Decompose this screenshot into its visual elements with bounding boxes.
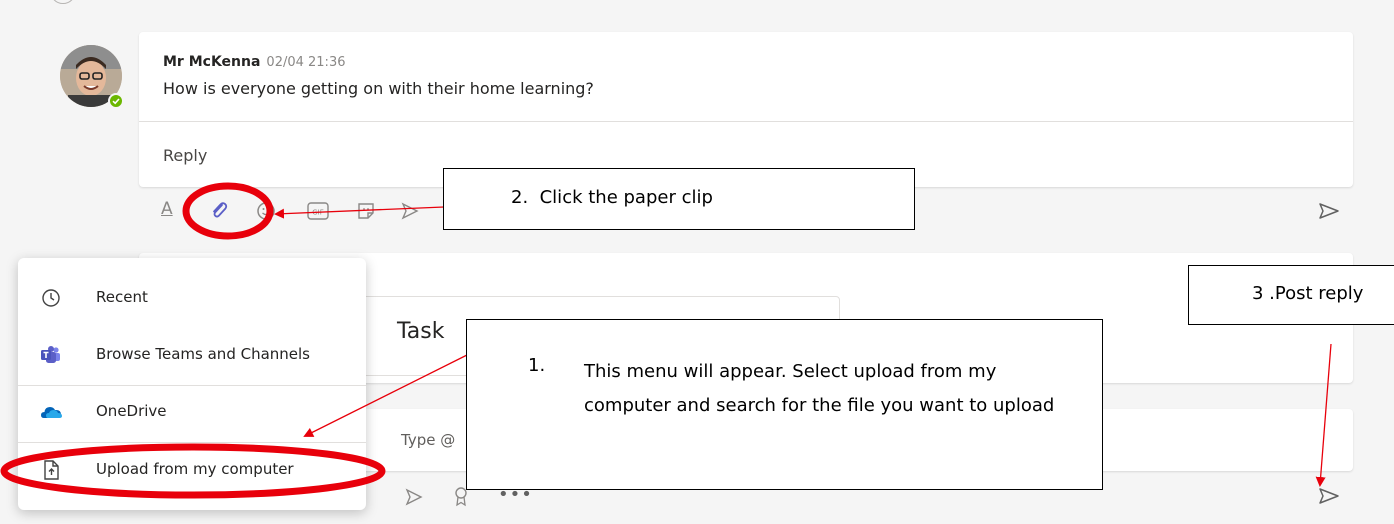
callout-step-1-text: This menu will appear. Select upload fro… bbox=[584, 361, 1055, 416]
arrow-to-menu bbox=[303, 354, 468, 437]
upload-highlight-ellipse bbox=[0, 443, 386, 499]
callout-step-2: 2. Click the paper clip bbox=[443, 168, 915, 230]
arrow-to-send bbox=[1315, 343, 1332, 487]
paperclip-highlight-ellipse bbox=[182, 182, 274, 240]
callout-step-3-text: 3 .Post reply bbox=[1252, 283, 1364, 304]
callout-step-1: 1. This menu will appear. Select upload … bbox=[466, 319, 1103, 490]
callout-step-1-number: 1. bbox=[528, 355, 546, 376]
callout-step-2-text: 2. Click the paper clip bbox=[511, 187, 713, 208]
callout-step-3: 3 .Post reply bbox=[1188, 265, 1394, 325]
arrow-to-paperclip bbox=[274, 206, 445, 219]
